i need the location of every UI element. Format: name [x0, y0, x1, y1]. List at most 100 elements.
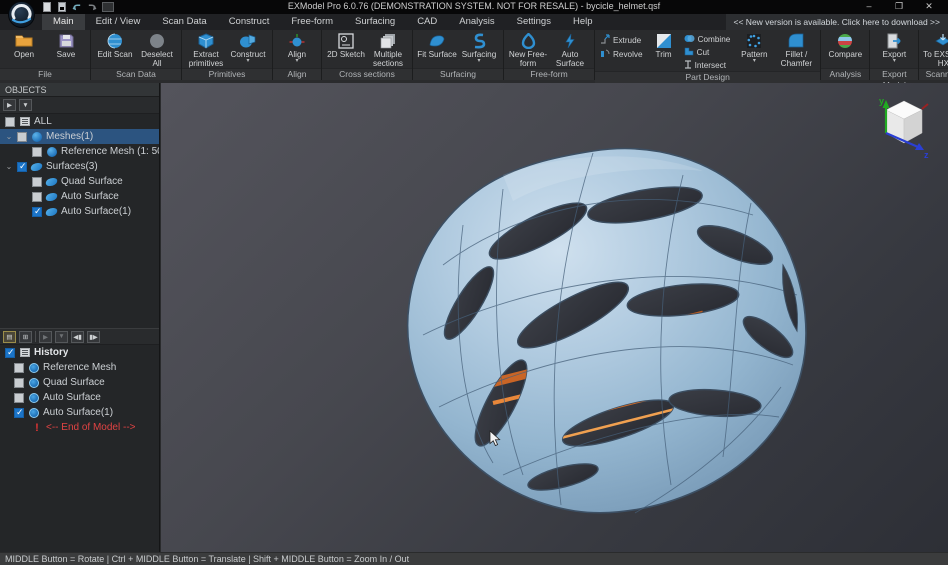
- ribbon-group-free-form: New Free-form Auto Surface Free-form: [504, 30, 595, 80]
- minimize-button[interactable]: –: [854, 0, 884, 14]
- align-button[interactable]: Align ▾: [276, 31, 318, 64]
- menu-tab-settings[interactable]: Settings: [506, 14, 562, 30]
- history-auto-surface-checkbox[interactable]: [14, 393, 24, 403]
- surfacing-icon: [472, 32, 486, 49]
- history-row-reference-mesh[interactable]: Reference Mesh: [0, 360, 159, 375]
- compare-button[interactable]: Compare: [824, 31, 866, 59]
- viewport-3d[interactable]: y z: [161, 83, 948, 552]
- tree-row-auto-surface-1[interactable]: Auto Surface(1): [0, 204, 159, 219]
- orientation-cube[interactable]: y z: [872, 93, 936, 159]
- reference-mesh-checkbox[interactable]: [32, 147, 42, 157]
- skip-to-start-icon[interactable]: ◀▮: [71, 331, 84, 343]
- step-forward-icon[interactable]: ▶: [39, 331, 52, 343]
- revolve-button[interactable]: Revolve: [600, 48, 643, 60]
- cut-button[interactable]: Cut: [684, 47, 731, 58]
- compare-icon: [837, 32, 853, 49]
- save-button[interactable]: Save: [45, 31, 87, 59]
- app-logo-icon[interactable]: [8, 1, 35, 28]
- auto-surface-1-checkbox[interactable]: [32, 207, 42, 217]
- menu-tab-construct[interactable]: Construct: [218, 14, 281, 30]
- quad-surface-checkbox[interactable]: [32, 177, 42, 187]
- to-exscan-hx-button[interactable]: To EXScan HX: [922, 31, 948, 68]
- deselect-all-button[interactable]: Deselect All: [136, 31, 178, 68]
- open-button[interactable]: Open: [3, 31, 45, 59]
- auto-surface-icon: [563, 32, 577, 49]
- undo-icon[interactable]: [72, 2, 82, 12]
- combine-button[interactable]: Combine: [684, 34, 731, 45]
- menu-tab-help[interactable]: Help: [562, 14, 604, 30]
- filter-icon[interactable]: ▼: [19, 99, 32, 111]
- tree-row-meshes[interactable]: ⌄ Meshes(1): [0, 129, 159, 144]
- menu-tab-main[interactable]: Main: [42, 14, 85, 30]
- history-reference-mesh-checkbox[interactable]: [14, 363, 24, 373]
- expand-tree-icon[interactable]: ▶: [3, 99, 16, 111]
- trim-button[interactable]: Trim: [646, 31, 682, 59]
- pattern-button[interactable]: Pattern ▾: [733, 31, 775, 64]
- menu-tab-scan-data[interactable]: Scan Data: [151, 14, 217, 30]
- ribbon-group-scan-data: Edit Scan Deselect All Scan Data: [91, 30, 182, 80]
- new-freeform-icon: [520, 32, 537, 49]
- ribbon-group-cross-sections: 2D Sketch Multiple sections Cross sectio…: [322, 30, 413, 80]
- tree-row-quad-surface[interactable]: Quad Surface: [0, 174, 159, 189]
- export-button[interactable]: Export ▾: [873, 31, 915, 64]
- tree-row-all[interactable]: ALL: [0, 114, 159, 129]
- ribbon-group-export-model: Export ▾ Export Model: [870, 30, 919, 80]
- surfaces-checkbox[interactable]: [17, 162, 27, 172]
- fillet-chamfer-button[interactable]: Fillet / Chamfer: [775, 31, 817, 68]
- auto-surface-button[interactable]: Auto Surface: [549, 31, 591, 68]
- close-button[interactable]: ✕: [914, 0, 944, 14]
- all-checkbox[interactable]: [5, 117, 15, 127]
- new-file-icon[interactable]: [42, 2, 52, 12]
- edit-scan-button[interactable]: Edit Scan: [94, 31, 136, 59]
- dropdown-caret-icon: ▾: [295, 59, 298, 64]
- extract-primitives-button[interactable]: Extract primitives: [185, 31, 227, 68]
- menu-tab-edit-view[interactable]: Edit / View: [85, 14, 152, 30]
- 2d-sketch-button[interactable]: 2D Sketch: [325, 31, 367, 59]
- tree-row-reference-mesh[interactable]: Reference Mesh (1: 500 970): [0, 144, 159, 159]
- maximize-button[interactable]: ❐: [884, 0, 914, 14]
- surface-icon: [46, 176, 57, 187]
- meshes-checkbox[interactable]: [17, 132, 27, 142]
- helmet-model: [383, 145, 819, 517]
- ribbon-group-scanning: To EXScan HX Scanning: [919, 30, 948, 80]
- history-row-end-of-model[interactable]: ! <-- End of Model -->: [0, 420, 159, 435]
- collapse-caret-icon[interactable]: ⌄: [5, 162, 13, 171]
- intersect-button[interactable]: Intersect: [684, 60, 731, 71]
- update-notice-link[interactable]: << New version is available. Click here …: [726, 14, 948, 30]
- new-free-form-button[interactable]: New Free-form: [507, 31, 549, 68]
- history-auto-surface-1-checkbox[interactable]: [14, 408, 24, 418]
- history-checkbox[interactable]: [5, 348, 15, 358]
- menu-tab-surfacing[interactable]: Surfacing: [344, 14, 406, 30]
- multiple-sections-icon: [380, 32, 397, 49]
- menu-tab-free-form[interactable]: Free-form: [280, 14, 344, 30]
- history-quad-surface-checkbox[interactable]: [14, 378, 24, 388]
- construct-button[interactable]: Construct ▾: [227, 31, 269, 64]
- quick-access-more-button[interactable]: [102, 2, 114, 12]
- save-file-icon[interactable]: [57, 2, 67, 12]
- redo-icon[interactable]: [87, 2, 97, 12]
- menu-tab-cad[interactable]: CAD: [406, 14, 448, 30]
- history-row-quad-surface[interactable]: Quad Surface: [0, 375, 159, 390]
- auto-surface-checkbox[interactable]: [32, 192, 42, 202]
- history-root-row[interactable]: History: [0, 345, 159, 360]
- extrude-icon: [600, 34, 610, 46]
- history-row-auto-surface[interactable]: Auto Surface: [0, 390, 159, 405]
- tree-row-auto-surface[interactable]: Auto Surface: [0, 189, 159, 204]
- surfacing-button[interactable]: Surfacing ▾: [458, 31, 500, 64]
- step-to-current-icon[interactable]: ▼: [55, 331, 68, 343]
- ribbon-group-align: Align ▾ Align: [273, 30, 322, 80]
- title-bar: EXModel Pro 6.0.76 (DEMONSTRATION SYSTEM…: [0, 0, 948, 14]
- fit-surface-button[interactable]: Fit Surface: [416, 31, 458, 59]
- skip-to-end-icon[interactable]: ▮▶: [87, 331, 100, 343]
- collapse-caret-icon[interactable]: ⌄: [5, 132, 13, 141]
- surface-icon: [46, 191, 57, 202]
- flat-list-view-icon[interactable]: ▤: [3, 331, 16, 343]
- multiple-sections-button[interactable]: Multiple sections: [367, 31, 409, 68]
- tree-view-icon[interactable]: ⊞: [19, 331, 32, 343]
- history-row-auto-surface-1[interactable]: Auto Surface(1): [0, 405, 159, 420]
- history-step-icon: [28, 392, 39, 403]
- window-title: EXModel Pro 6.0.76 (DEMONSTRATION SYSTEM…: [0, 1, 948, 11]
- extrude-button[interactable]: Extrude: [600, 34, 643, 46]
- menu-tab-analysis[interactable]: Analysis: [448, 14, 505, 30]
- tree-row-surfaces[interactable]: ⌄ Surfaces(3): [0, 159, 159, 174]
